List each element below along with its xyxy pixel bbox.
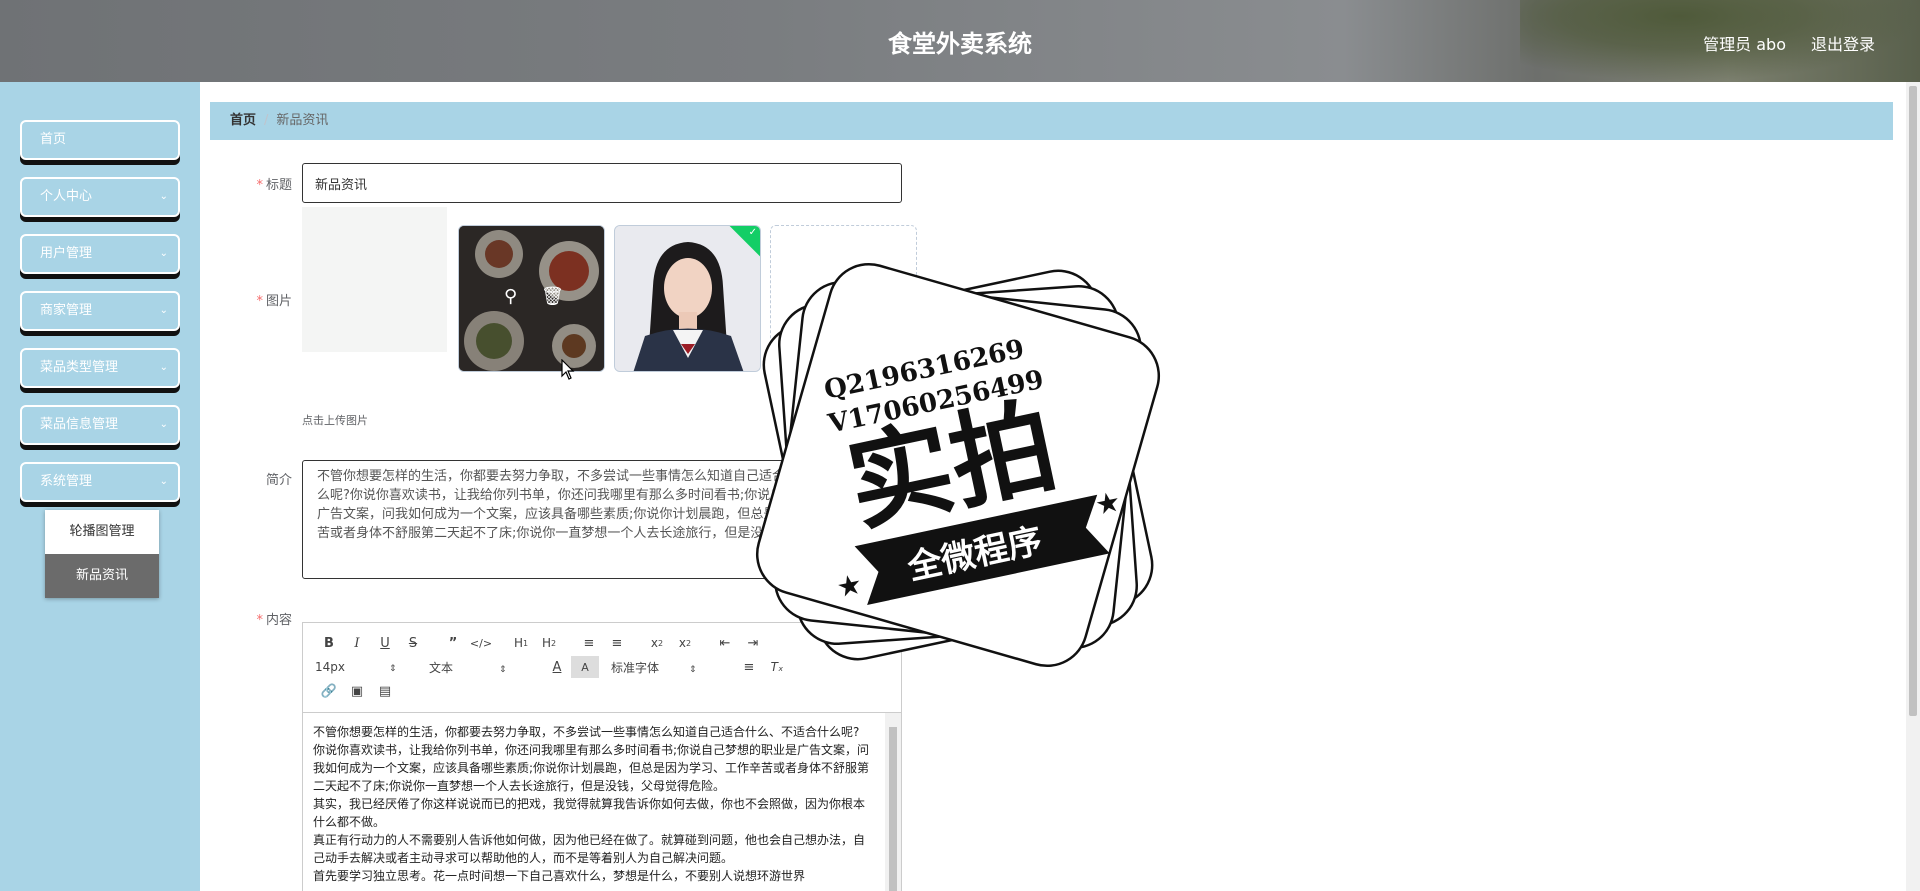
breadcrumb: 首页 / 新品资讯	[210, 102, 1893, 140]
sidebar-item-dish-types[interactable]: 菜品类型管理 ⌄	[20, 348, 180, 388]
sidebar-item-system[interactable]: 系统管理 ⌄	[20, 462, 180, 502]
editor-text: 不管你想要怎样的生活，你都要去努力争取，不多尝试一些事情怎么知道自己适合什么、不…	[313, 725, 870, 883]
italic-icon[interactable]: I	[343, 632, 371, 654]
intro-label: 简介	[240, 469, 292, 488]
trash-icon[interactable]: 🗑	[541, 286, 564, 307]
watermark-stamp: Q2196316269 V17060256499 实拍 全微程序 ★ ★	[755, 262, 1161, 668]
submenu-item-carousel[interactable]: 轮播图管理	[45, 510, 159, 554]
strikethrough-icon[interactable]: S	[399, 632, 427, 654]
sidebar-item-label: 个人中心	[40, 189, 93, 204]
video-icon[interactable]: ▤	[371, 680, 399, 702]
page-scrollbar[interactable]	[1906, 82, 1920, 891]
sidebar-item-label: 系统管理	[40, 474, 93, 489]
ordered-list-icon[interactable]: ≡	[575, 632, 603, 654]
background-color-icon[interactable]: A	[571, 656, 599, 678]
font-family-select[interactable]: 标准字体 ⇕	[611, 659, 721, 676]
title-label: * 标题	[240, 174, 292, 193]
chevron-down-icon: ⌄	[159, 248, 168, 259]
sidebar-item-merchants[interactable]: 商家管理 ⌄	[20, 291, 180, 331]
sidebar-item-dish-info[interactable]: 菜品信息管理 ⌄	[20, 405, 180, 445]
upload-tip: 点击上传图片	[302, 414, 368, 427]
sidebar-item-label: 首页	[40, 132, 67, 147]
font-size-select[interactable]: 14px ⇕	[315, 660, 415, 674]
scrollbar-thumb[interactable]	[1909, 86, 1917, 716]
logout-link[interactable]: 退出登录	[1811, 31, 1875, 55]
image-hover-mask	[459, 226, 604, 371]
admin-username: 管理员 abo	[1703, 35, 1786, 54]
scrollbar-thumb[interactable]	[889, 727, 897, 891]
portrait-photo	[615, 226, 760, 371]
sidebar-item-label: 商家管理	[40, 303, 93, 318]
subscript-icon[interactable]: x2	[643, 632, 671, 654]
chevron-down-icon: ⌄	[159, 362, 168, 373]
select-arrow-icon: ⇕	[499, 664, 507, 675]
image-label: * 图片	[240, 290, 292, 309]
editor-scrollbar[interactable]	[885, 713, 901, 891]
content-label: * 内容	[240, 609, 292, 628]
mouse-cursor-icon	[561, 359, 575, 380]
chevron-down-icon: ⌄	[159, 305, 168, 316]
outdent-icon[interactable]: ⇤	[711, 632, 739, 654]
font-size-value: 14px	[315, 660, 345, 674]
select-arrow-icon: ⇕	[389, 664, 397, 674]
required-marker: *	[256, 613, 263, 628]
code-block-icon[interactable]: </>	[467, 632, 495, 654]
bullet-list-icon[interactable]: ≡	[603, 632, 631, 654]
sidebar-item-home[interactable]: 首页	[20, 120, 180, 160]
sidebar-item-label: 用户管理	[40, 246, 93, 261]
sidebar-item-profile[interactable]: 个人中心 ⌄	[20, 177, 180, 217]
top-header: 食堂外卖系统 管理员 abo 退出登录	[0, 0, 1920, 82]
blockquote-icon[interactable]: ”	[439, 632, 467, 654]
image-icon[interactable]: ▣	[343, 680, 371, 702]
sidebar-item-label: 菜品信息管理	[40, 417, 119, 432]
header-select[interactable]: 文本 ⇕	[429, 659, 529, 676]
sidebar-item-users[interactable]: 用户管理 ⌄	[20, 234, 180, 274]
header-select-value: 文本	[429, 660, 454, 675]
image-label-text: 图片	[265, 294, 292, 309]
required-marker: *	[256, 178, 263, 193]
zoom-in-icon[interactable]: ⚲	[504, 286, 517, 307]
check-icon: ✓	[748, 227, 757, 238]
chevron-down-icon: ⌄	[159, 476, 168, 487]
superscript-icon[interactable]: x2	[671, 632, 699, 654]
heading2-icon[interactable]: H2	[535, 632, 563, 654]
submenu-item-news[interactable]: 新品资讯	[45, 554, 159, 598]
uploaded-image-food[interactable]: ⚲ 🗑	[458, 225, 605, 372]
sidebar: 首页 个人中心 ⌄ 用户管理 ⌄ 商家管理 ⌄ 菜品类型管理 ⌄ 菜品信息管理 ⌄ 系统管…	[0, 82, 200, 891]
breadcrumb-current: 新品资讯	[276, 113, 329, 128]
link-icon[interactable]: 🔗	[315, 680, 343, 702]
select-arrow-icon: ⇕	[689, 664, 697, 675]
heading1-icon[interactable]: H1	[507, 632, 535, 654]
breadcrumb-home[interactable]: 首页	[230, 113, 256, 128]
app-title: 食堂外卖系统	[888, 30, 1032, 58]
content-label-text: 内容	[265, 613, 292, 628]
font-family-value: 标准字体	[611, 660, 660, 675]
editor-content[interactable]: 不管你想要怎样的生活，你都要去努力争取，不多尝试一些事情怎么知道自己适合什么、不…	[303, 713, 886, 891]
underline-icon[interactable]: U	[371, 632, 399, 654]
system-submenu: 轮播图管理 新品资讯	[45, 510, 159, 598]
chevron-down-icon: ⌄	[159, 191, 168, 202]
sidebar-item-label: 菜品类型管理	[40, 360, 119, 375]
title-input[interactable]	[302, 163, 902, 203]
uploaded-image-portrait[interactable]: ✓	[614, 225, 761, 372]
required-marker: *	[256, 294, 263, 309]
chevron-down-icon: ⌄	[159, 419, 168, 430]
title-label-text: 标题	[265, 178, 292, 193]
breadcrumb-separator: /	[264, 113, 269, 128]
blank-image-placeholder	[302, 207, 447, 352]
font-color-icon[interactable]: A	[543, 656, 571, 678]
intro-label-text: 简介	[265, 473, 292, 488]
bold-icon[interactable]: B	[315, 632, 343, 654]
